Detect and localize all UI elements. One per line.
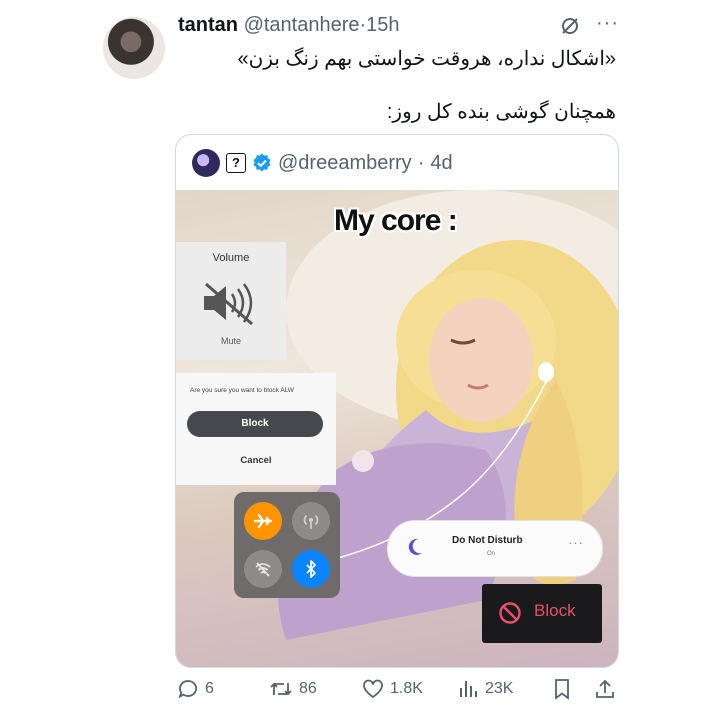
more-icon[interactable]: ··· <box>596 12 619 35</box>
dnd-title: Do Not Disturb <box>452 535 523 546</box>
verified-icon <box>253 153 271 172</box>
block-dialog: Are you sure you want to block ALW Block… <box>176 373 336 485</box>
block-confirm-button[interactable]: Block <box>187 411 323 437</box>
like-icon <box>363 679 383 699</box>
quoted-time[interactable]: 4d <box>430 152 452 175</box>
views-count: 23K <box>485 680 514 697</box>
airplane-icon <box>253 513 273 529</box>
meme-title: My core : <box>334 204 458 237</box>
reply-button[interactable]: 6 <box>177 678 214 700</box>
moon-icon <box>408 538 422 555</box>
grok-icon[interactable] <box>560 16 580 36</box>
like-count: 1.8K <box>390 680 423 697</box>
quoted-avatar[interactable] <box>192 149 220 177</box>
dnd-state: On <box>487 551 496 557</box>
author-handle[interactable]: @tantanhere <box>244 14 360 36</box>
bluetooth-toggle[interactable] <box>292 550 330 588</box>
block-question: Are you sure you want to block ALW <box>190 387 294 394</box>
mute-speaker-icon <box>204 282 253 326</box>
volume-state: Mute <box>220 336 241 346</box>
reply-icon <box>178 680 197 699</box>
repost-button[interactable]: 86 <box>269 678 317 700</box>
cellular-icon <box>303 514 319 529</box>
repost-count: 86 <box>299 680 317 697</box>
bluetooth-icon <box>306 560 316 578</box>
wifi-toggle[interactable] <box>244 550 282 588</box>
block-cancel-button[interactable]: Cancel <box>176 455 336 466</box>
bookmark-icon <box>555 679 569 700</box>
tweet-text-line-1: «اشکال نداره، هروقت خواستی بهم زنگ بزن» <box>237 48 616 70</box>
blocked-button-label: Block <box>534 601 576 620</box>
wifi-off-icon <box>255 562 271 577</box>
author-name[interactable]: tantan <box>178 14 238 36</box>
tweet-header: tantan @tantanhere·15h <box>178 14 400 37</box>
views-icon <box>460 681 477 697</box>
volume-title: Volume <box>212 252 250 264</box>
cellular-toggle[interactable] <box>292 502 330 540</box>
reply-count: 6 <box>205 680 214 697</box>
share-button[interactable] <box>594 678 616 700</box>
dnd-more-icon[interactable]: ··· <box>568 535 584 550</box>
control-center <box>234 492 340 598</box>
like-button[interactable]: 1.8K <box>362 678 423 700</box>
quoted-handle[interactable]: @dreeamberry <box>278 152 412 175</box>
quoted-tweet-card[interactable]: ? @dreeamberry · 4d My core : Volume Mut… <box>175 134 619 668</box>
bookmark-button[interactable] <box>551 678 573 700</box>
quoted-badge: ? <box>226 153 246 173</box>
views-button[interactable]: 23K <box>457 678 513 700</box>
meme-image[interactable]: My core : Volume Mute Are you sure you w… <box>176 190 618 667</box>
author-avatar[interactable] <box>103 17 165 79</box>
airplane-toggle[interactable] <box>244 502 282 540</box>
block-icon <box>499 602 521 624</box>
quoted-tweet-header: ? @dreeamberry · 4d <box>192 148 453 178</box>
repost-icon <box>270 682 292 696</box>
do-not-disturb-toggle[interactable]: Do Not Disturb On ··· <box>387 520 603 577</box>
blocked-button[interactable]: Block <box>482 584 602 643</box>
share-icon <box>596 679 614 698</box>
quoted-separator: · <box>417 151 425 174</box>
tweet-text-line-2: همچنان گوشی بنده کل روز: <box>386 101 616 123</box>
tweet-time[interactable]: 15h <box>366 14 399 36</box>
volume-popup: Volume Mute <box>176 242 286 360</box>
